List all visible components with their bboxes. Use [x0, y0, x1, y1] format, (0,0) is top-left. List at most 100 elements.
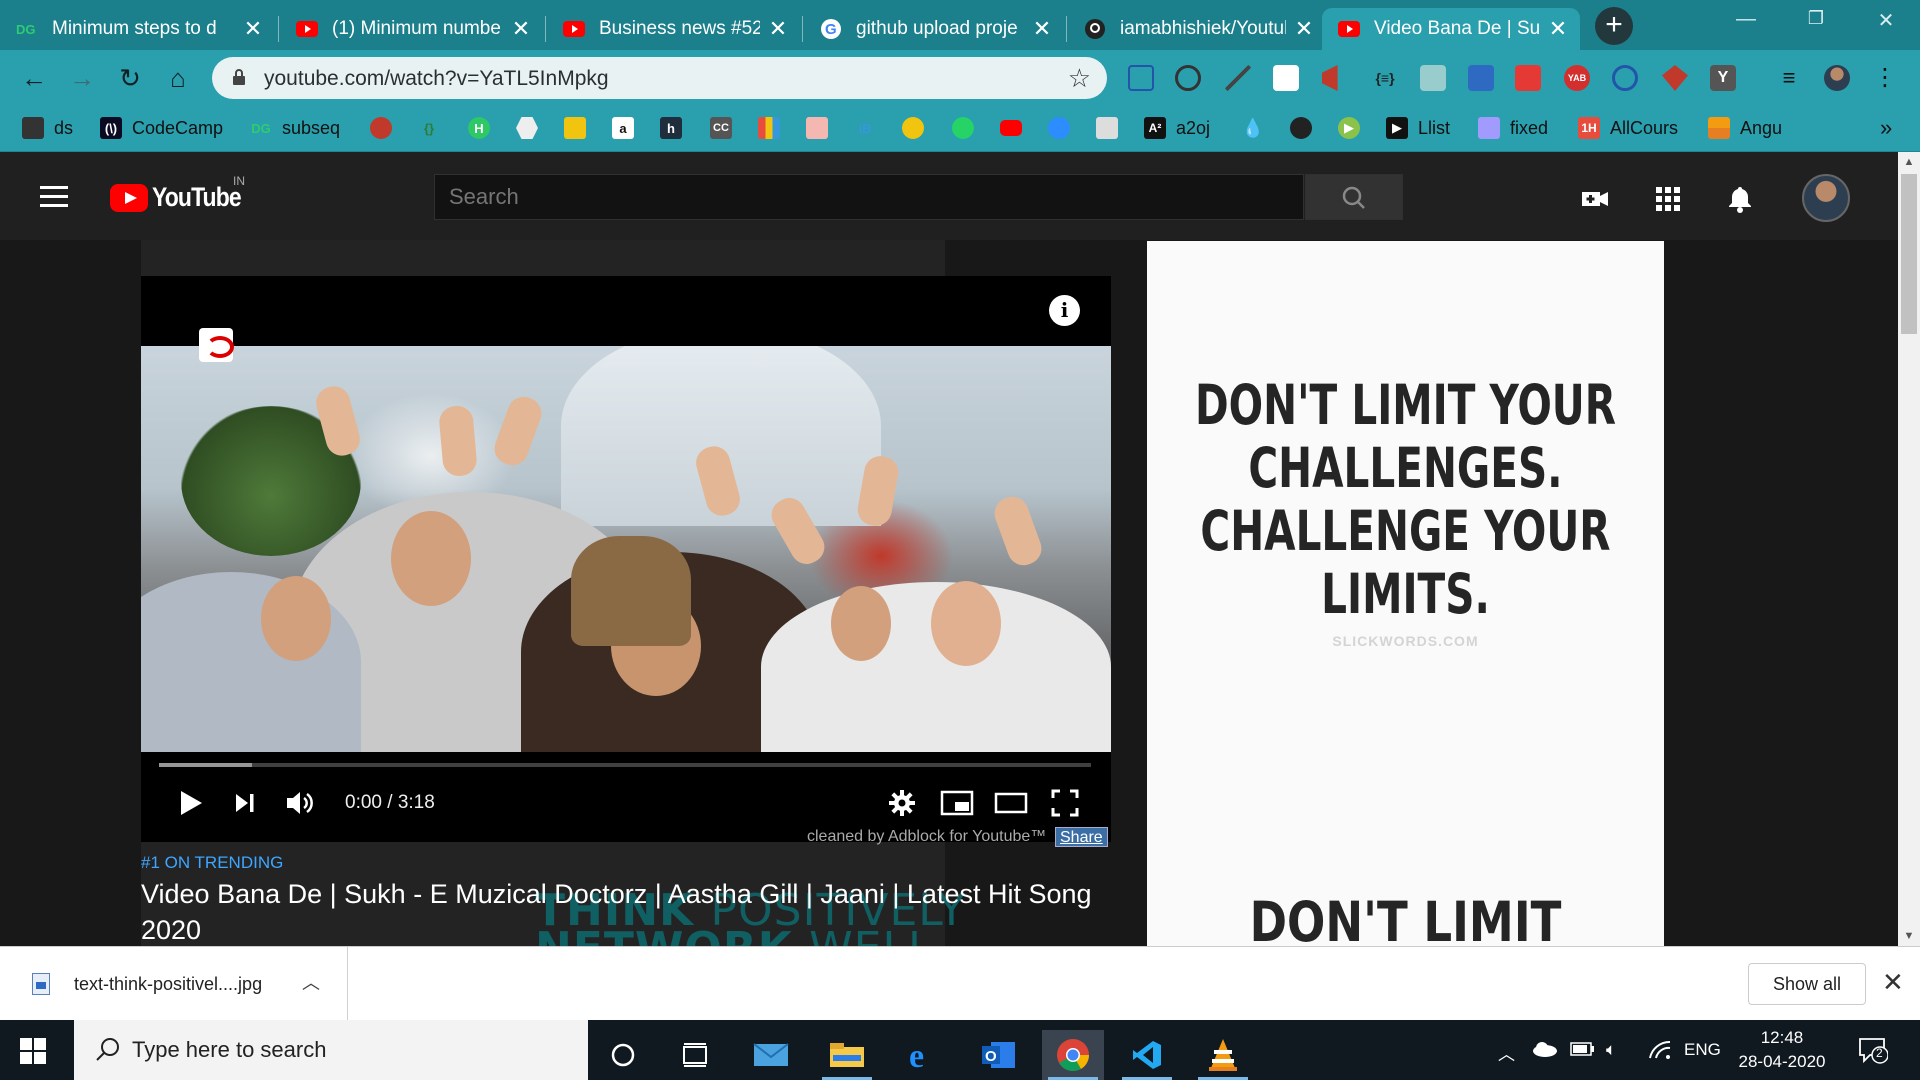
profile-avatar-icon[interactable] [1824, 65, 1850, 91]
taskbar-clock[interactable]: 12:48 28-04-2020 [1738, 1026, 1826, 1074]
outlook-icon[interactable]: O [968, 1030, 1030, 1080]
theater-mode-button[interactable] [989, 784, 1033, 822]
bookmark-h[interactable]: h [660, 115, 682, 141]
bookmark-hexagon[interactable] [516, 115, 538, 141]
download-item[interactable]: text-think-positivel....jpg ︿ [0, 947, 348, 1021]
bookmark-braces[interactable]: {} [418, 115, 440, 141]
show-all-button[interactable]: Show all [1748, 963, 1866, 1005]
bookmark-angu[interactable]: Angu [1708, 115, 1782, 141]
bookmark-hackerrank[interactable]: H [468, 115, 490, 141]
bookmark-llist[interactable]: ▶ Llist [1386, 115, 1450, 141]
reload-icon[interactable]: ↻ [110, 58, 150, 98]
wifi-icon[interactable] [1648, 1040, 1672, 1065]
tab-close-icon[interactable]: ✕ [1548, 16, 1568, 42]
forward-arrow-icon[interactable]: → [62, 58, 102, 98]
apps-grid-icon[interactable] [1653, 184, 1683, 214]
action-center-icon[interactable]: 2 [1858, 1036, 1889, 1069]
vlc-icon[interactable] [1192, 1030, 1254, 1080]
bookmark-a2oj[interactable]: A² a2oj [1144, 115, 1210, 141]
media-control-icon[interactable]: ≡ [1776, 65, 1802, 91]
video-player[interactable]: i 0:00 / 3:18 [141, 276, 1111, 842]
tab-close-icon[interactable]: ✕ [768, 16, 788, 42]
task-view-icon[interactable] [664, 1030, 726, 1080]
fullscreen-button[interactable] [1043, 784, 1087, 822]
json-extension-icon[interactable]: {≡} [1372, 65, 1398, 91]
bookmark-ib[interactable]: iB [854, 115, 876, 141]
progress-bar[interactable] [159, 763, 1091, 767]
tab-close-icon[interactable]: ✕ [243, 16, 263, 42]
tab-close-icon[interactable]: ✕ [1294, 16, 1314, 42]
tab-close-icon[interactable]: ✕ [1032, 16, 1052, 42]
onedrive-cloud-icon[interactable] [1532, 1040, 1558, 1063]
mute-button[interactable] [279, 784, 323, 822]
trending-badge[interactable]: #1 ON TRENDING [141, 853, 283, 873]
channel-watermark-logo[interactable] [199, 328, 234, 362]
bookmark-star-icon[interactable]: ☆ [1068, 63, 1091, 94]
new-tab-button[interactable]: + [1595, 7, 1633, 45]
bookmark-whatsapp[interactable] [952, 115, 974, 141]
bookmark-ds[interactable]: ds [22, 115, 73, 141]
page-scrollbar[interactable]: ▲ ▼ [1898, 152, 1920, 946]
bookmark-cc[interactable]: CC [710, 115, 732, 141]
tab-4[interactable]: G github upload proje ✕ [804, 8, 1064, 50]
bookmarks-overflow-icon[interactable]: » [1880, 115, 1892, 141]
create-video-icon[interactable] [1580, 184, 1610, 214]
tab-6-active[interactable]: Video Bana De | Suk ✕ [1322, 8, 1580, 50]
bookmark-allcours[interactable]: 1H AllCours [1578, 115, 1678, 141]
close-window-icon[interactable]: ✕ [1866, 8, 1906, 33]
back-arrow-icon[interactable]: ← [14, 58, 54, 98]
miniplayer-button[interactable] [935, 784, 979, 822]
picker-extension-icon[interactable] [1225, 65, 1251, 91]
color-extension-icon[interactable] [1273, 65, 1299, 91]
grammar-extension-icon[interactable] [1612, 65, 1638, 91]
play-button[interactable] [171, 784, 211, 822]
edge-browser-icon[interactable]: e [892, 1030, 954, 1080]
bookmark-subseq[interactable]: DG subseq [250, 115, 340, 141]
address-bar[interactable]: youtube.com/watch?v=YaTL5InMpkg ☆ [212, 57, 1107, 99]
sidebar-ad-image[interactable]: DON'T LIMIT YOUR CHALLENGES. CHALLENGE Y… [1147, 241, 1664, 946]
tab-5[interactable]: iamabhishiek/Youtul ✕ [1068, 8, 1326, 50]
download-extension-icon[interactable] [1468, 65, 1494, 91]
bookmark-bulb[interactable] [902, 115, 924, 141]
chrome-taskbar-icon[interactable] [1042, 1030, 1104, 1080]
minimize-icon[interactable]: — [1726, 8, 1766, 31]
hackerrank-extension-icon[interactable] [1420, 65, 1446, 91]
scrollbar-thumb[interactable] [1901, 174, 1917, 334]
restore-icon[interactable]: ❐ [1796, 8, 1836, 29]
video-extension-icon[interactable] [1515, 65, 1541, 91]
crop-extension-icon[interactable] [1128, 65, 1154, 91]
volume-tray-icon[interactable]: 🔈︎ [1606, 1040, 1616, 1060]
close-shelf-icon[interactable]: ✕ [1882, 967, 1904, 998]
bookmark-fixed[interactable]: fixed [1478, 115, 1548, 141]
taskbar-search-box[interactable]: Type here to search [74, 1020, 588, 1080]
url-text[interactable]: youtube.com/watch?v=YaTL5InMpkg [264, 67, 609, 91]
scroll-up-icon[interactable]: ▲ [1898, 152, 1920, 172]
battery-icon[interactable] [1570, 1040, 1596, 1063]
settings-button[interactable] [881, 784, 923, 822]
bookmark-zoom[interactable] [1048, 115, 1070, 141]
file-explorer-icon[interactable] [816, 1030, 878, 1080]
record-extension-icon[interactable] [1175, 65, 1201, 91]
scroll-down-icon[interactable]: ▼ [1898, 926, 1920, 946]
bookmark-bot[interactable] [1096, 115, 1118, 141]
bookmark-amazon[interactable]: a [612, 115, 634, 141]
bookmark-folder[interactable] [564, 115, 586, 141]
bookmark-db[interactable] [370, 115, 392, 141]
tab-1[interactable]: DG Minimum steps to d ✕ [0, 8, 275, 50]
language-indicator[interactable]: ENG [1684, 1040, 1721, 1060]
bookmark-box[interactable] [806, 115, 828, 141]
search-button[interactable] [1305, 174, 1403, 220]
bookmark-github[interactable] [1290, 115, 1312, 141]
search-box[interactable] [434, 174, 1304, 220]
bookmark-bars[interactable] [758, 115, 780, 141]
tab-close-icon[interactable]: ✕ [511, 16, 531, 42]
windows-start-icon[interactable] [20, 1038, 46, 1064]
info-icon[interactable]: i [1049, 295, 1080, 326]
cortana-icon[interactable] [592, 1030, 654, 1080]
more-menu-icon[interactable]: ⋮ [1872, 65, 1898, 91]
home-icon[interactable]: ⌂ [158, 58, 198, 98]
gem-extension-icon[interactable] [1662, 65, 1688, 91]
next-button[interactable] [225, 784, 265, 822]
bookmark-play[interactable]: ▶ [1338, 115, 1360, 141]
notifications-bell-icon[interactable] [1725, 184, 1755, 214]
